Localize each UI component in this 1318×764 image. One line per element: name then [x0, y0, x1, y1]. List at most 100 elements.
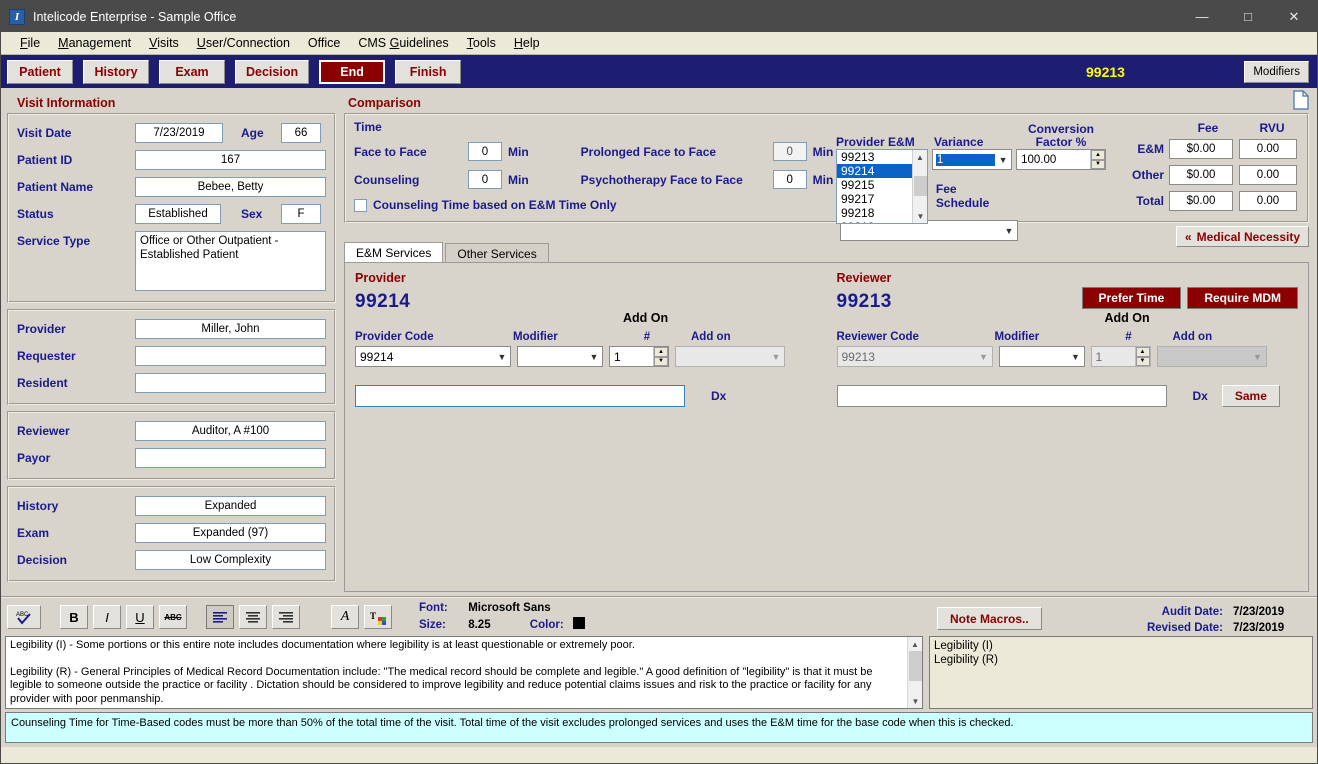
nav-button-patient[interactable]: Patient: [7, 59, 73, 84]
counseling-time-checkbox[interactable]: [354, 198, 367, 212]
menu-management[interactable]: Management: [49, 34, 140, 52]
spinner-buttons[interactable]: ▲ ▼: [1090, 150, 1105, 169]
counseling-input[interactable]: 0: [468, 170, 502, 189]
reviewer-addon-select[interactable]: ▼: [1156, 346, 1267, 367]
spinner-down-icon[interactable]: ▼: [654, 356, 668, 366]
chevron-down-icon[interactable]: ▼: [1250, 352, 1266, 362]
age-field[interactable]: 66: [281, 123, 321, 143]
prefer-time-button[interactable]: Prefer Time: [1081, 287, 1182, 309]
macro-list[interactable]: Legibility (I) Legibility (R): [929, 636, 1313, 709]
service-type-field[interactable]: Office or Other Outpatient - Established…: [135, 231, 326, 291]
history-field[interactable]: Expanded: [135, 496, 326, 516]
bold-button[interactable]: B: [60, 605, 88, 629]
reviewer-addon-count-input[interactable]: 1 ▲ ▼: [1090, 346, 1151, 367]
prolonged-face-to-face-input[interactable]: 0: [772, 142, 807, 161]
exam-field[interactable]: Expanded (97): [135, 523, 326, 543]
chevron-down-icon[interactable]: ▼: [586, 352, 602, 362]
menu-user-connection[interactable]: User/Connection: [188, 34, 299, 52]
nav-button-decision[interactable]: Decision: [235, 59, 310, 84]
close-icon[interactable]: ✕: [1271, 1, 1317, 32]
provider-addon-select[interactable]: ▼: [675, 346, 785, 367]
require-mdm-button[interactable]: Require MDM: [1187, 287, 1298, 309]
note-editor[interactable]: Legibility (I) - Some portions or this e…: [5, 636, 923, 709]
scroll-up-icon[interactable]: ▲: [912, 150, 927, 164]
chevron-down-icon[interactable]: ▼: [995, 155, 1011, 165]
align-center-icon[interactable]: [239, 605, 267, 629]
other-fee-value[interactable]: $0.00: [1169, 165, 1233, 185]
reviewer-dx-input[interactable]: [836, 385, 1167, 407]
scroll-down-icon[interactable]: ▼: [908, 694, 922, 708]
font-dialog-button[interactable]: A: [331, 605, 359, 629]
reviewer-modifier-select[interactable]: ▼: [998, 346, 1085, 367]
tab-em-services[interactable]: E&M Services: [344, 242, 444, 263]
spinner-up-icon[interactable]: ▲: [654, 347, 668, 357]
spinner-up-icon[interactable]: ▲: [1135, 347, 1150, 357]
spinner-down-icon[interactable]: ▼: [1091, 159, 1105, 169]
strikethrough-button[interactable]: ABC: [159, 605, 187, 629]
spinner-down-icon[interactable]: ▼: [1135, 356, 1150, 366]
note-macros-button[interactable]: Note Macros..: [937, 607, 1042, 630]
align-left-icon[interactable]: [206, 605, 234, 629]
chevron-down-icon[interactable]: ▼: [494, 352, 510, 362]
list-item[interactable]: Legibility (I): [934, 639, 1308, 653]
nav-button-exam[interactable]: Exam: [159, 59, 225, 84]
reviewer-code-select[interactable]: 99213 ▼: [836, 346, 993, 367]
text-color-icon[interactable]: T: [364, 605, 392, 629]
provider-dx-input[interactable]: [355, 385, 685, 407]
provider-modifier-select[interactable]: ▼: [517, 346, 603, 367]
resident-field[interactable]: [135, 373, 326, 393]
visit-date-field[interactable]: 7/23/2019: [135, 123, 223, 143]
maximize-icon[interactable]: □: [1225, 1, 1271, 32]
menu-visits[interactable]: Visits: [140, 34, 188, 52]
patient-id-field[interactable]: 167: [135, 150, 326, 170]
align-right-icon[interactable]: [272, 605, 300, 629]
reviewer-field[interactable]: Auditor, A #100: [135, 421, 326, 441]
italic-button[interactable]: I: [93, 605, 121, 629]
chevron-down-icon[interactable]: ▼: [1001, 226, 1017, 236]
nav-button-end[interactable]: End: [319, 59, 386, 84]
em-fee-value[interactable]: $0.00: [1169, 139, 1233, 159]
psychotherapy-input[interactable]: 0: [772, 170, 807, 189]
menu-cms-guidelines[interactable]: CMS Guidelines: [349, 34, 457, 52]
medical-necessity-button[interactable]: « Medical Necessity: [1175, 226, 1309, 247]
same-button[interactable]: Same: [1221, 385, 1280, 407]
nav-button-finish[interactable]: Finish: [395, 59, 462, 84]
provider-em-listbox[interactable]: 99213 99214 99215 99217 99218 99219 ▲ ▼: [836, 149, 928, 224]
provider-code-select[interactable]: 99214 ▼: [355, 346, 511, 367]
nav-button-history[interactable]: History: [83, 59, 149, 84]
variance-select[interactable]: 1 ▼: [931, 149, 1013, 170]
chevron-down-icon[interactable]: ▼: [768, 352, 784, 362]
spinner-up-icon[interactable]: ▲: [1091, 150, 1105, 160]
total-fee-value[interactable]: $0.00: [1169, 191, 1233, 211]
menu-office[interactable]: Office: [299, 34, 349, 52]
face-to-face-input[interactable]: 0: [468, 142, 502, 161]
provider-addon-count-input[interactable]: 1 ▲ ▼: [609, 346, 669, 367]
payor-field[interactable]: [135, 448, 326, 468]
em-listbox-scrollbar[interactable]: ▲ ▼: [911, 150, 927, 223]
provider-field[interactable]: Miller, John: [135, 319, 326, 339]
note-scrollbar[interactable]: ▲ ▼: [907, 637, 922, 708]
decision-field[interactable]: Low Complexity: [135, 550, 326, 570]
color-swatch[interactable]: [572, 617, 585, 629]
total-rvu-value[interactable]: 0.00: [1239, 191, 1297, 211]
em-rvu-value[interactable]: 0.00: [1239, 139, 1297, 159]
scrollbar-thumb[interactable]: [913, 176, 927, 196]
scroll-down-icon[interactable]: ▼: [912, 209, 927, 223]
chevron-down-icon[interactable]: ▼: [1068, 352, 1084, 362]
list-item[interactable]: Legibility (R): [934, 653, 1308, 667]
menu-help[interactable]: Help: [505, 34, 549, 52]
patient-name-field[interactable]: Bebee, Betty: [135, 177, 326, 197]
tab-other-services[interactable]: Other Services: [445, 243, 549, 263]
scroll-up-icon[interactable]: ▲: [908, 637, 922, 651]
minimize-icon[interactable]: —: [1179, 1, 1225, 32]
spellcheck-icon[interactable]: ABC: [7, 605, 41, 629]
chevron-down-icon[interactable]: ▼: [976, 352, 992, 362]
modifiers-button[interactable]: Modifiers: [1244, 60, 1309, 83]
conversion-factor-input[interactable]: 100.00 ▲ ▼: [1016, 149, 1106, 170]
requester-field[interactable]: [135, 346, 326, 366]
underline-button[interactable]: U: [126, 605, 154, 629]
menu-file[interactable]: File: [11, 34, 49, 52]
scrollbar-thumb[interactable]: [909, 651, 922, 681]
menu-tools[interactable]: Tools: [458, 34, 505, 52]
sex-field[interactable]: F: [281, 204, 321, 224]
